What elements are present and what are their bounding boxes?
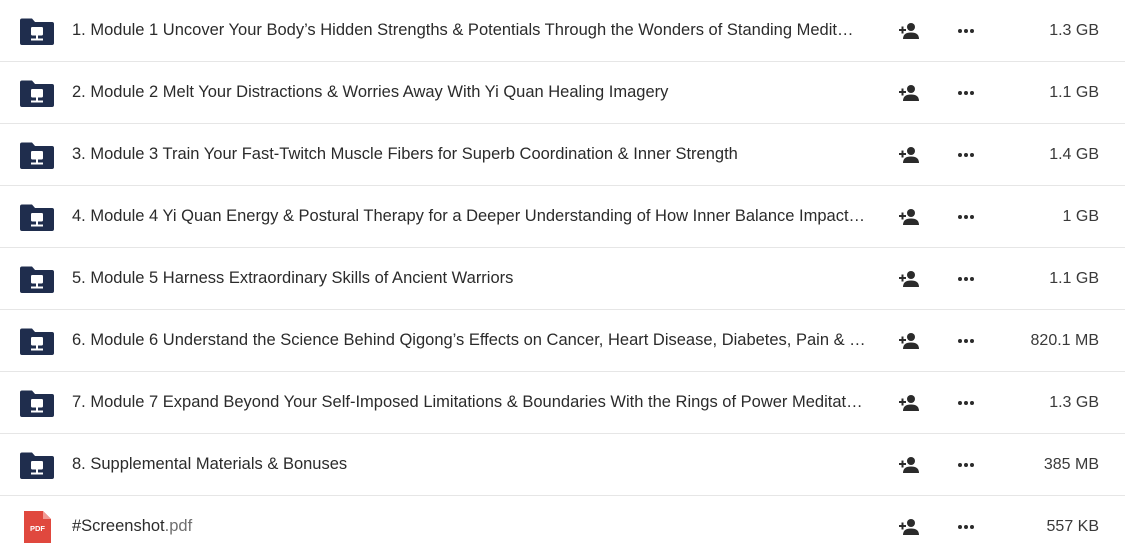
network-folder-icon xyxy=(19,323,55,359)
add-person-icon[interactable] xyxy=(897,267,921,291)
item-name-text: 4. Module 4 Yi Quan Energy & Postural Th… xyxy=(72,207,866,225)
more-options-icon[interactable] xyxy=(952,143,980,167)
item-name[interactable]: 5. Module 5 Harness Extraordinary Skills… xyxy=(72,248,880,309)
add-person-icon[interactable] xyxy=(897,453,921,477)
item-name-text: 7. Module 7 Expand Beyond Your Self-Impo… xyxy=(72,393,863,411)
item-name[interactable]: 3. Module 3 Train Your Fast-Twitch Muscl… xyxy=(72,124,880,185)
folder-row[interactable]: 5. Module 5 Harness Extraordinary Skills… xyxy=(0,248,1125,310)
more-options-icon[interactable] xyxy=(952,515,980,539)
item-name-text: 1. Module 1 Uncover Your Body’s Hidden S… xyxy=(72,21,854,39)
item-size: 1.1 GB xyxy=(1049,84,1099,101)
item-name[interactable]: 8. Supplemental Materials & Bonuses xyxy=(72,434,880,495)
folder-row[interactable]: 4. Module 4 Yi Quan Energy & Postural Th… xyxy=(0,186,1125,248)
item-name[interactable]: 1. Module 1 Uncover Your Body’s Hidden S… xyxy=(72,0,880,61)
add-person-icon[interactable] xyxy=(897,391,921,415)
network-folder-icon xyxy=(19,261,55,297)
pdf-icon-label: PDF xyxy=(30,524,45,533)
add-person-icon[interactable] xyxy=(897,329,921,353)
pdf-file-icon: PDF xyxy=(19,509,55,545)
item-size: 557 KB xyxy=(1046,518,1099,535)
add-person-icon[interactable] xyxy=(897,143,921,167)
folder-row[interactable]: 8. Supplemental Materials & Bonuses 385 M… xyxy=(0,434,1125,496)
folder-row[interactable]: 1. Module 1 Uncover Your Body’s Hidden S… xyxy=(0,0,1125,62)
item-size: 1.1 GB xyxy=(1049,270,1099,287)
item-name-text: 5. Module 5 Harness Extraordinary Skills… xyxy=(72,269,514,287)
more-options-icon[interactable] xyxy=(952,391,980,415)
network-folder-icon xyxy=(19,199,55,235)
item-name[interactable]: 4. Module 4 Yi Quan Energy & Postural Th… xyxy=(72,186,880,247)
more-options-icon[interactable] xyxy=(952,329,980,353)
item-size: 1.4 GB xyxy=(1049,146,1099,163)
network-folder-icon xyxy=(19,447,55,483)
more-options-icon[interactable] xyxy=(952,453,980,477)
add-person-icon[interactable] xyxy=(897,19,921,43)
item-extension: .pdf xyxy=(164,517,193,535)
file-row[interactable]: PDF #Screenshot.pdf 557 KB xyxy=(0,496,1125,557)
network-folder-icon xyxy=(19,137,55,173)
add-person-icon[interactable] xyxy=(897,515,921,539)
item-name-text: 2. Module 2 Melt Your Distractions & Wor… xyxy=(72,83,669,101)
folder-row[interactable]: 3. Module 3 Train Your Fast-Twitch Muscl… xyxy=(0,124,1125,186)
item-name[interactable]: 7. Module 7 Expand Beyond Your Self-Impo… xyxy=(72,372,880,433)
item-size: 385 MB xyxy=(1043,456,1099,473)
more-options-icon[interactable] xyxy=(952,19,980,43)
add-person-icon[interactable] xyxy=(897,81,921,105)
more-options-icon[interactable] xyxy=(952,81,980,105)
item-size: 1.3 GB xyxy=(1049,394,1099,411)
item-name-text: #Screenshot xyxy=(72,517,165,535)
item-name[interactable]: #Screenshot.pdf xyxy=(72,496,880,557)
item-name-text: 6. Module 6 Understand the Science Behin… xyxy=(72,331,866,349)
item-size: 1 GB xyxy=(1062,208,1099,225)
file-list: 1. Module 1 Uncover Your Body’s Hidden S… xyxy=(0,0,1125,557)
item-size: 1.3 GB xyxy=(1049,22,1099,39)
more-options-icon[interactable] xyxy=(952,267,980,291)
folder-row[interactable]: 2. Module 2 Melt Your Distractions & Wor… xyxy=(0,62,1125,124)
network-folder-icon xyxy=(19,75,55,111)
folder-row[interactable]: 6. Module 6 Understand the Science Behin… xyxy=(0,310,1125,372)
folder-row[interactable]: 7. Module 7 Expand Beyond Your Self-Impo… xyxy=(0,372,1125,434)
item-name-text: 3. Module 3 Train Your Fast-Twitch Muscl… xyxy=(72,145,738,163)
network-folder-icon xyxy=(19,13,55,49)
item-size: 820.1 MB xyxy=(1030,332,1099,349)
item-name-text: 8. Supplemental Materials & Bonuses xyxy=(72,455,348,473)
item-name[interactable]: 6. Module 6 Understand the Science Behin… xyxy=(72,310,880,371)
item-name[interactable]: 2. Module 2 Melt Your Distractions & Wor… xyxy=(72,62,880,123)
more-options-icon[interactable] xyxy=(952,205,980,229)
network-folder-icon xyxy=(19,385,55,421)
add-person-icon[interactable] xyxy=(897,205,921,229)
